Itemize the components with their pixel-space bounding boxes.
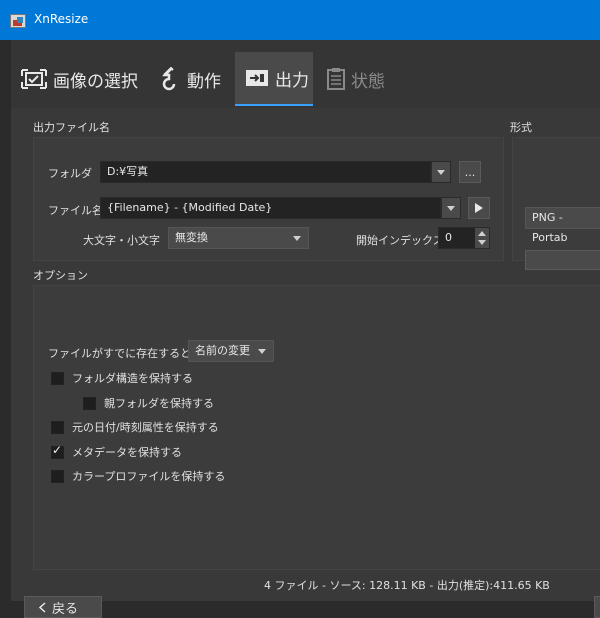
- checkbox-keep-date-time[interactable]: 元の日付/時刻属性を保持する: [51, 419, 219, 435]
- image-select-icon: [21, 69, 47, 89]
- filename-label: ファイル名: [48, 204, 103, 217]
- checkbox-box[interactable]: [51, 371, 64, 385]
- checkbox-label: 親フォルダを保持する: [104, 397, 214, 410]
- folder-label: フォルダ: [48, 167, 92, 180]
- start-index-value: 0: [445, 231, 452, 244]
- output-panel: 出力ファイル名 フォルダ D:¥写真 ... ファイル名 {Filename} …: [11, 108, 600, 618]
- options-group-label: オプション: [33, 269, 88, 282]
- chevron-down-icon: [437, 169, 445, 175]
- chevron-down-icon: [447, 205, 455, 211]
- main-window: 画像の選択 動作 出力 状態 出力ファイル名 フォルダ D:¥写真 ... ファ…: [11, 40, 600, 618]
- output-icon: [246, 70, 268, 86]
- filename-field[interactable]: {Filename} - {Modified Date}: [100, 197, 441, 219]
- filename-dropdown-button[interactable]: [441, 197, 461, 219]
- checkbox-keep-color-profile[interactable]: カラープロファイルを保持する: [51, 468, 225, 484]
- back-button-label: 戻る: [52, 601, 79, 617]
- tab-action[interactable]: 動作: [161, 52, 231, 106]
- checkbox-keep-folder-structure[interactable]: フォルダ構造を保持する: [51, 370, 193, 386]
- file-exists-label: ファイルがすでに存在するとき: [48, 347, 203, 360]
- case-label: 大文字・小文字: [83, 234, 160, 247]
- checkbox-box[interactable]: [83, 396, 96, 410]
- checkbox-keep-metadata[interactable]: メタデータを保持する: [51, 443, 182, 460]
- browse-button[interactable]: ...: [459, 161, 481, 183]
- output-filename-group-label: 出力ファイル名: [33, 121, 110, 134]
- checkbox-label: フォルダ構造を保持する: [72, 372, 193, 385]
- next-button[interactable]: [594, 596, 600, 618]
- case-select[interactable]: 無変換: [168, 227, 309, 249]
- tab-output[interactable]: 出力: [235, 52, 313, 106]
- file-exists-select-value: 名前の変更: [195, 344, 250, 357]
- filename-tokens-button[interactable]: [468, 197, 490, 219]
- chevron-left-icon: [39, 601, 46, 613]
- tab-label: 画像の選択: [53, 71, 138, 92]
- chevron-down-icon: [293, 236, 301, 241]
- chevron-down-icon: [478, 240, 486, 245]
- tab-label: 出力: [275, 70, 309, 91]
- tab-bar: 画像の選択 動作 出力 状態: [11, 40, 600, 108]
- action-arrow-icon: [161, 67, 176, 91]
- file-exists-select[interactable]: 名前の変更: [188, 340, 274, 362]
- title-bar: XnResize: [0, 0, 600, 40]
- tab-status[interactable]: 状態: [327, 52, 397, 106]
- spinner-arrows[interactable]: [475, 228, 489, 248]
- case-select-value: 無変換: [175, 231, 208, 244]
- chevron-down-icon: [258, 349, 266, 354]
- checkbox-box-checked[interactable]: [51, 443, 64, 459]
- checkbox-label: メタデータを保持する: [72, 446, 182, 459]
- tab-image-select[interactable]: 画像の選択: [21, 52, 139, 106]
- checkbox-keep-parent-folder[interactable]: 親フォルダを保持する: [83, 395, 214, 411]
- back-button[interactable]: 戻る: [24, 596, 102, 618]
- format-settings-button[interactable]: [525, 250, 600, 270]
- status-list-icon: [327, 68, 345, 90]
- tab-label: 動作: [187, 71, 221, 92]
- status-text: 4 ファイル - ソース: 128.11 KB - 出力(推定):411.65 …: [264, 579, 550, 592]
- folder-field[interactable]: D:¥写真: [100, 161, 431, 183]
- checkbox-label: 元の日付/時刻属性を保持する: [72, 421, 219, 434]
- format-select-value: PNG - Portab: [532, 211, 568, 244]
- start-index-label: 開始インデックス: [356, 234, 444, 247]
- window-title: XnResize: [34, 12, 89, 26]
- folder-dropdown-button[interactable]: [431, 161, 451, 183]
- checkbox-box[interactable]: [51, 469, 64, 483]
- start-index-spinner[interactable]: 0: [438, 227, 490, 249]
- xnresize-icon: [10, 14, 26, 28]
- tab-label: 状態: [351, 71, 385, 92]
- checkbox-label: カラープロファイルを保持する: [72, 470, 226, 483]
- chevron-up-icon: [478, 231, 486, 236]
- format-select[interactable]: PNG - Portab: [525, 207, 600, 244]
- checkbox-box[interactable]: [51, 420, 64, 434]
- format-group-label: 形式: [510, 121, 532, 134]
- play-arrow-icon: [475, 203, 483, 213]
